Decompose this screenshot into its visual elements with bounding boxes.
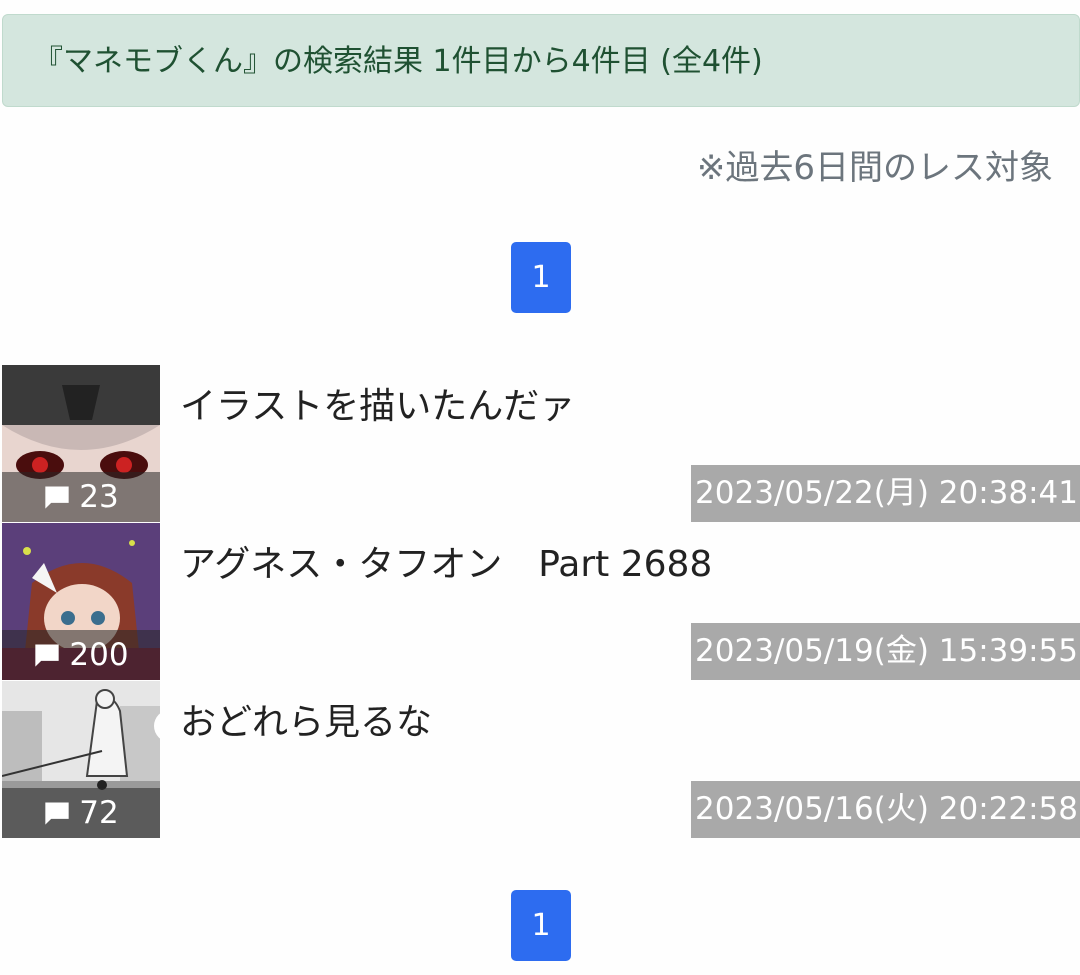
thread-thumbnail[interactable]: 23 <box>2 365 160 522</box>
thread-item[interactable]: 72 おどれら見るな 2023/05/16(火) 20:22:58 <box>2 681 1080 838</box>
pagination-top-page-1[interactable]: 1 <box>511 242 571 313</box>
res-count-badge: 72 <box>2 788 160 838</box>
res-count-badge: 200 <box>2 630 160 680</box>
thread-date: 2023/05/19(金) 15:39:55 <box>691 623 1080 680</box>
thread-date: 2023/05/16(火) 20:22:58 <box>691 781 1080 838</box>
thread-date: 2023/05/22(月) 20:38:41 <box>691 465 1080 522</box>
thread-thumbnail[interactable]: 200 <box>2 523 160 680</box>
comment-icon <box>45 802 69 825</box>
pagination-bottom-page-1[interactable]: 1 <box>511 890 571 961</box>
res-count: 200 <box>69 637 129 673</box>
res-count: 23 <box>79 479 119 515</box>
search-scope-note: ※過去6日間のレス対象 <box>696 148 1053 188</box>
thread-item[interactable]: 200 アグネス・タフオン Part 2688 2023/05/19(金) 15… <box>2 523 1080 680</box>
search-results-page: 『マネモブくん』の検索結果 1件目から4件目 (全4件) ※過去6日間のレス対象… <box>0 0 1080 975</box>
thread-thumbnail[interactable]: 72 <box>2 681 160 838</box>
thread-title[interactable]: おどれら見るな <box>180 693 432 745</box>
comment-icon <box>45 486 69 509</box>
res-count-badge: 23 <box>2 472 160 522</box>
thread-title[interactable]: イラストを描いたんだァ <box>180 377 575 429</box>
comment-icon <box>35 644 60 667</box>
thread-item[interactable]: 23 イラストを描いたんだァ 2023/05/22(月) 20:38:41 <box>2 365 1080 522</box>
res-count: 72 <box>79 795 119 831</box>
thread-title[interactable]: アグネス・タフオン Part 2688 <box>180 535 712 587</box>
search-result-summary: 『マネモブくん』の検索結果 1件目から4件目 (全4件) <box>2 14 1080 107</box>
